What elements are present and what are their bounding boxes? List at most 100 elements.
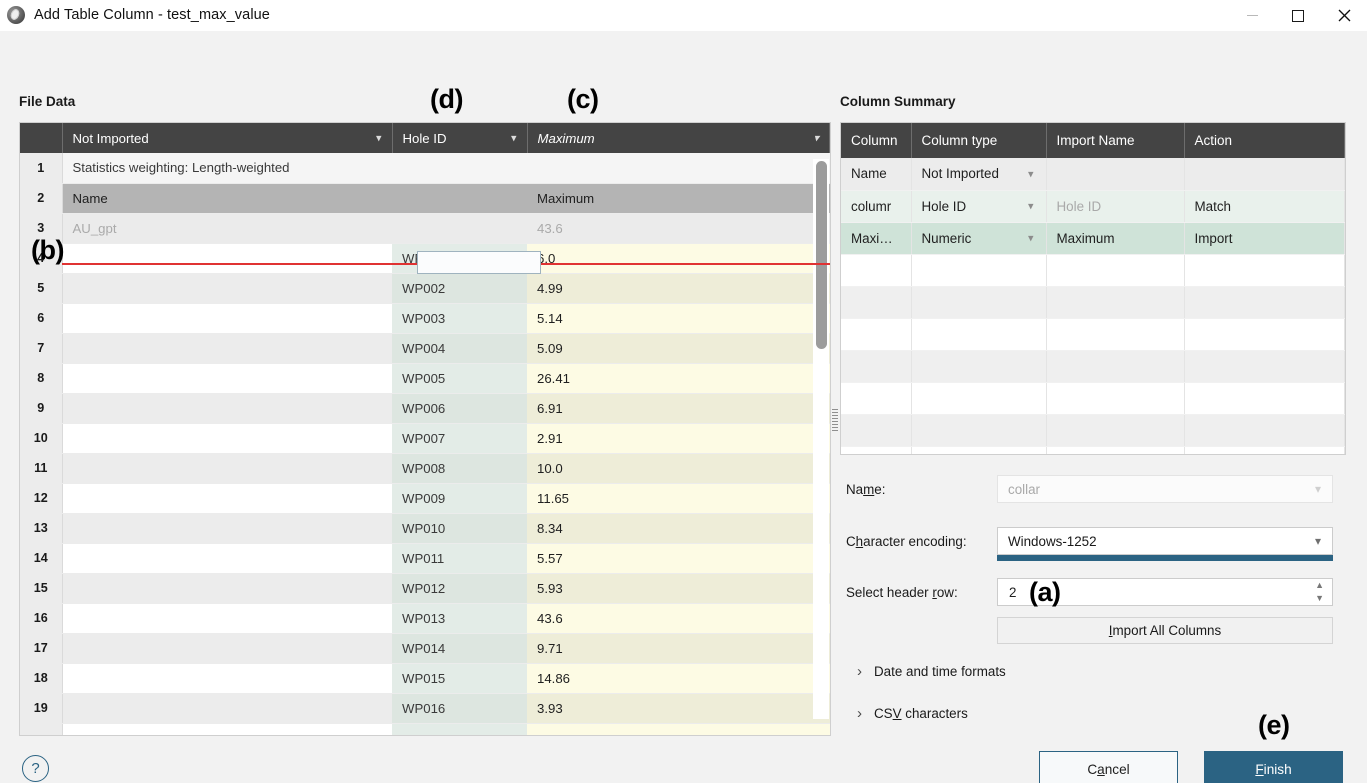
table-cell[interactable]: WP003 — [392, 303, 527, 334]
table-cell[interactable] — [62, 483, 392, 514]
file-data-vertical-scrollbar[interactable] — [813, 159, 829, 719]
column-header-hole-id[interactable]: Hole ID ▾ — [392, 123, 528, 153]
table-cell[interactable]: 2.91 — [527, 423, 830, 454]
table-cell[interactable]: WP014 — [392, 633, 527, 664]
stepper-down-icon[interactable]: ▼ — [1315, 594, 1324, 603]
table-row[interactable]: 15 WP012 5.93 — [20, 573, 830, 604]
table-row[interactable]: 14 WP011 5.57 — [20, 543, 830, 574]
cs-column-type-dropdown[interactable]: Numeric ▾ — [911, 222, 1047, 255]
cs-column-type-dropdown[interactable]: Not Imported ▾ — [911, 158, 1047, 191]
row-number-cell[interactable]: 6 — [20, 303, 63, 334]
table-cell[interactable]: WP007 — [392, 423, 527, 454]
table-cell[interactable] — [62, 513, 392, 544]
table-row[interactable]: 6 WP003 5.14 — [20, 303, 830, 334]
table-cell[interactable] — [392, 723, 527, 735]
close-button[interactable] — [1321, 0, 1367, 31]
table-cell[interactable]: 3.93 — [527, 693, 830, 724]
maximize-button[interactable] — [1275, 0, 1321, 31]
column-header-not-imported[interactable]: Not Imported ▾ — [62, 123, 393, 153]
table-row[interactable]: 8 WP005 26.41 — [20, 363, 830, 394]
row-number-cell[interactable]: 17 — [20, 633, 63, 664]
table-cell[interactable]: 4.99 — [527, 273, 830, 304]
table-cell[interactable] — [527, 153, 830, 184]
table-row[interactable]: 10 WP007 2.91 — [20, 423, 830, 454]
column-summary-row[interactable]: Maxi… Numeric ▾ Maximum Import — [841, 222, 1345, 255]
character-encoding-combobox[interactable]: Windows-1252 ▾ — [997, 527, 1333, 555]
name-combobox[interactable]: collar ▾ — [997, 475, 1333, 503]
scrollbar-thumb[interactable] — [816, 161, 827, 349]
chevron-down-icon[interactable]: ▾ — [1315, 482, 1321, 496]
table-cell[interactable]: 6.0 — [527, 243, 830, 274]
table-cell[interactable]: 11.65 — [527, 483, 830, 514]
table-cell[interactable]: Name — [62, 183, 392, 214]
chevron-down-icon[interactable]: ▾ — [1315, 534, 1321, 548]
file-data-table-container[interactable]: Not Imported ▾ Hole ID ▾ Maximum ▾ 1 Stat… — [19, 122, 831, 736]
cs-column-type-dropdown[interactable]: Hole ID ▾ — [911, 190, 1047, 223]
table-cell[interactable]: WP013 — [392, 603, 527, 634]
stepper-arrows[interactable]: ▲ ▼ — [1315, 581, 1324, 603]
table-cell[interactable]: 43.6 — [527, 213, 830, 244]
table-cell[interactable]: Maximum — [527, 183, 830, 214]
chevron-down-icon[interactable]: ▾ — [1028, 232, 1034, 245]
table-cell[interactable]: WP010 — [392, 513, 527, 544]
table-cell[interactable]: 10.0 — [527, 453, 830, 484]
table-row[interactable]: 17 WP014 9.71 — [20, 633, 830, 664]
table-cell[interactable] — [62, 663, 392, 694]
row-number-cell[interactable]: 5 — [20, 273, 63, 304]
table-cell[interactable]: 5.57 — [527, 543, 830, 574]
chevron-down-icon[interactable]: ▾ — [813, 132, 819, 145]
column-summary-row[interactable]: columr Hole ID ▾ Hole ID Match — [841, 190, 1345, 223]
table-cell[interactable] — [62, 543, 392, 574]
table-cell[interactable]: WP009 — [392, 483, 527, 514]
table-cell[interactable]: WP002 — [392, 273, 527, 304]
table-cell[interactable] — [62, 723, 392, 735]
table-row[interactable]: 19 WP016 3.93 — [20, 693, 830, 724]
table-row[interactable]: 3 AU_gpt 43.6 — [20, 213, 830, 244]
table-cell[interactable] — [62, 693, 392, 724]
table-cell[interactable] — [62, 363, 392, 394]
row-number-cell[interactable]: 14 — [20, 543, 63, 574]
table-cell[interactable]: WP012 — [392, 573, 527, 604]
column-summary-empty-row[interactable] — [841, 286, 1345, 319]
table-cell[interactable] — [62, 453, 392, 484]
table-cell[interactable] — [62, 573, 392, 604]
table-cell[interactable]: 8.34 — [527, 513, 830, 544]
row-number-cell[interactable]: 1 — [20, 153, 63, 184]
table-cell[interactable]: WP005 — [392, 363, 527, 394]
cs-cell-import-name[interactable]: Hole ID — [1046, 190, 1185, 223]
table-row[interactable]: 12 WP009 11.65 — [20, 483, 830, 514]
table-row[interactable]: 13 WP010 8.34 — [20, 513, 830, 544]
date-and-time-formats-disclosure[interactable]: › Date and time formats — [857, 663, 1006, 680]
column-summary-empty-row[interactable] — [841, 382, 1345, 415]
table-cell[interactable] — [392, 213, 527, 244]
csv-characters-disclosure[interactable]: › CSV characters — [857, 705, 968, 722]
table-cell[interactable]: 43.6 — [527, 603, 830, 634]
table-cell[interactable]: 5.93 — [527, 573, 830, 604]
table-cell[interactable]: 26.41 — [527, 363, 830, 394]
cs-cell-import-name[interactable]: Maximum — [1046, 222, 1185, 255]
column-header-maximum[interactable]: Maximum ▾ — [527, 123, 830, 153]
table-row[interactable]: 2 Name Maximum — [20, 183, 830, 214]
table-cell[interactable]: WP011 — [392, 543, 527, 574]
table-cell[interactable]: WP015 — [392, 663, 527, 694]
table-cell[interactable]: WP016 — [392, 693, 527, 724]
table-row[interactable]: 18 WP015 14.86 — [20, 663, 830, 694]
row-number-cell[interactable]: 2 — [20, 183, 63, 214]
column-summary-empty-row[interactable] — [841, 254, 1345, 287]
chevron-down-icon[interactable]: ▾ — [376, 132, 382, 145]
stepper-up-icon[interactable]: ▲ — [1315, 581, 1324, 590]
table-cell[interactable]: AU_gpt — [62, 213, 392, 244]
table-cell[interactable] — [62, 333, 392, 364]
table-cell[interactable]: Statistics weighting: Length-weighted — [62, 153, 392, 184]
column-summary-table-container[interactable]: Column Column type Import Name Action Na… — [840, 122, 1346, 455]
table-cell[interactable]: WP008 — [392, 453, 527, 484]
table-cell[interactable]: 9.71 — [527, 633, 830, 664]
table-cell[interactable]: 6.91 — [527, 393, 830, 424]
help-button[interactable]: ? — [22, 755, 49, 782]
table-cell[interactable] — [62, 303, 392, 334]
table-row[interactable]: 1 Statistics weighting: Length-weighted — [20, 153, 830, 184]
row-number-cell[interactable] — [20, 723, 63, 735]
column-summary-empty-row[interactable] — [841, 350, 1345, 383]
table-row[interactable]: 7 WP004 5.09 — [20, 333, 830, 364]
table-cell[interactable]: 14.86 — [527, 663, 830, 694]
